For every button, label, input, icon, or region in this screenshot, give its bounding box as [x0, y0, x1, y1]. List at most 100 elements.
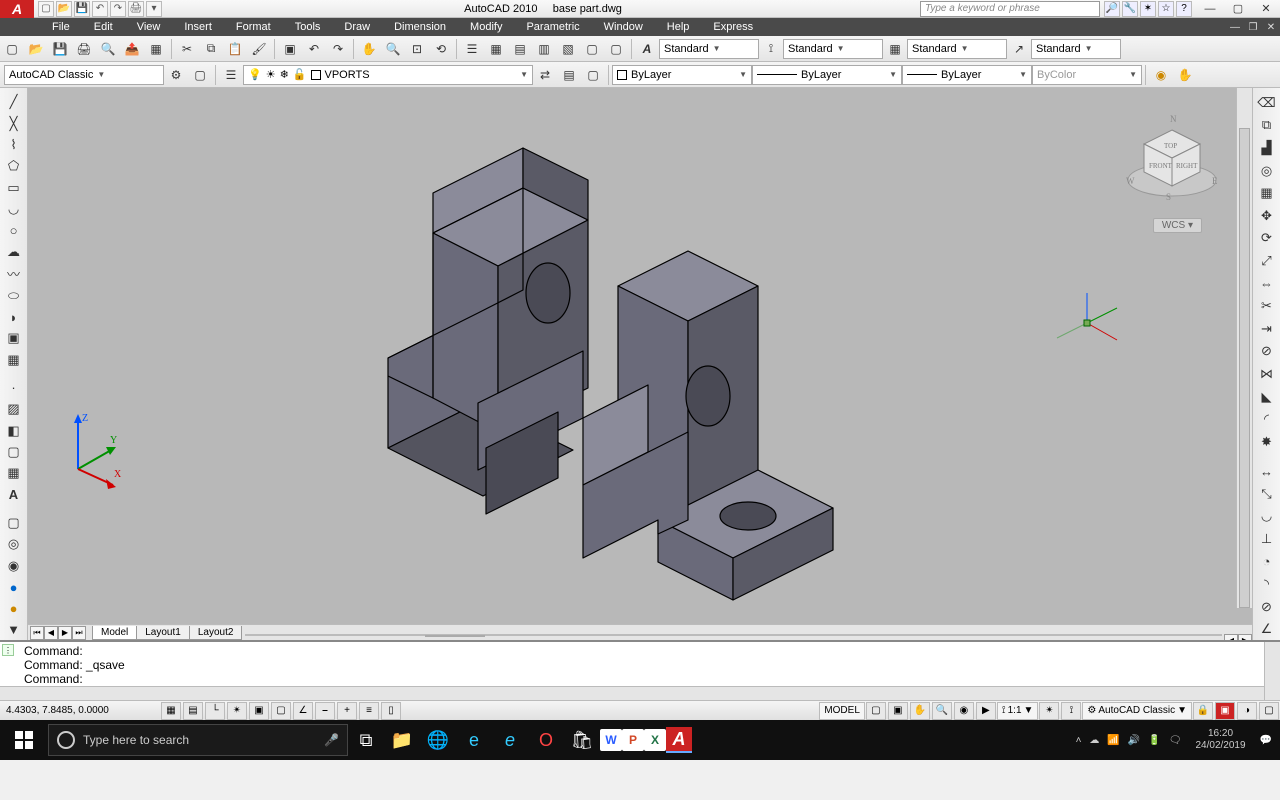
new-icon[interactable]: ▢	[1, 38, 23, 60]
ortho-toggle[interactable]: └	[205, 702, 225, 720]
offset-icon[interactable]: ◎	[1256, 160, 1278, 182]
properties-icon[interactable]: ☰	[461, 38, 483, 60]
store-icon[interactable]: 🛍	[564, 720, 600, 760]
start-button[interactable]	[0, 720, 48, 760]
menu-help[interactable]: Help	[655, 18, 702, 36]
explode-icon[interactable]: ✸	[1256, 431, 1278, 453]
visualstyles-icon[interactable]: ▼	[3, 620, 25, 640]
layer-iso-icon[interactable]: ▢	[582, 64, 604, 86]
tablestyle-icon[interactable]: ▦	[884, 38, 906, 60]
menu-draw[interactable]: Draw	[332, 18, 382, 36]
isolate-objects-icon[interactable]: ◑	[1237, 702, 1257, 720]
infocenter-go-icon[interactable]: 🔎	[1104, 1, 1120, 17]
comm-center-icon[interactable]: ✶	[1140, 1, 1156, 17]
point-icon[interactable]: ·	[3, 378, 25, 398]
battery-icon[interactable]: 🔋	[1148, 735, 1160, 746]
dim-ordinate-icon[interactable]: ⊥	[1256, 528, 1278, 550]
cut-icon[interactable]: ✂	[176, 38, 198, 60]
tab-next-button[interactable]: ▶	[58, 626, 72, 640]
excel-icon[interactable]: X	[644, 729, 666, 751]
spline-icon[interactable]: 〰	[3, 263, 25, 284]
word-icon[interactable]: W	[600, 729, 622, 751]
command-line[interactable]: ⋮ Command: Command: _qsave Command:	[0, 640, 1280, 700]
realistic-icon[interactable]: ●	[3, 577, 25, 597]
menu-file[interactable]: File	[40, 18, 82, 36]
insertblock-icon[interactable]: ▣	[3, 328, 25, 348]
my-workspace-icon[interactable]: ▢	[189, 64, 211, 86]
onedrive-icon[interactable]: ☁	[1089, 735, 1099, 746]
close-button[interactable]: ✕	[1252, 0, 1280, 18]
action-center-icon[interactable]: 💬	[1260, 735, 1272, 746]
scale-icon[interactable]: ⤢	[1256, 250, 1278, 272]
viewcube[interactable]: N E S W TOP FRONT RIGHT	[1122, 108, 1222, 208]
edge-icon[interactable]: e	[456, 720, 492, 760]
workspace-dropdown[interactable]: AutoCAD Classic▼	[4, 65, 164, 85]
copy-obj-icon[interactable]: ⧉	[1256, 115, 1278, 137]
wireframe-icon[interactable]: ◎	[3, 534, 25, 554]
trim-icon[interactable]: ✂	[1256, 295, 1278, 317]
toolpalettes-icon[interactable]: ▤	[509, 38, 531, 60]
opera-icon[interactable]: O	[528, 720, 564, 760]
mleaderstyle-icon[interactable]: ↗	[1008, 38, 1030, 60]
snap-toggle[interactable]: ▦	[161, 702, 181, 720]
dim-angular-icon[interactable]: ∠	[1256, 619, 1278, 641]
polar-toggle[interactable]: ✴	[227, 702, 247, 720]
fillet-icon[interactable]: ◜	[1256, 408, 1278, 430]
qat-redo-icon[interactable]: ↷	[110, 1, 126, 17]
publish-icon[interactable]: 📤	[121, 38, 143, 60]
3ddwf-icon[interactable]: ▦	[145, 38, 167, 60]
menu-view[interactable]: View	[125, 18, 173, 36]
dimstyle-icon[interactable]: ⟟	[760, 38, 782, 60]
powerpoint-icon[interactable]: P	[622, 729, 644, 751]
dim-linear-icon[interactable]: ↔	[1256, 460, 1278, 482]
preview-icon[interactable]: 🔍	[97, 38, 119, 60]
menu-tools[interactable]: Tools	[283, 18, 333, 36]
subscription-icon[interactable]: 🔧	[1122, 1, 1138, 17]
hardware-accel-icon[interactable]: ▣	[1215, 702, 1235, 720]
pan-icon[interactable]: ✋	[358, 38, 380, 60]
lineweight-dropdown[interactable]: ByLayer▼	[902, 65, 1032, 85]
arc-icon[interactable]: ◡	[3, 199, 25, 219]
xline-icon[interactable]: ╳	[3, 113, 25, 133]
tray-chevron-icon[interactable]: ˄	[1076, 735, 1082, 746]
hidden-icon[interactable]: ◉	[3, 556, 25, 576]
doc-minimize-button[interactable]: —	[1226, 18, 1244, 36]
menu-modify[interactable]: Modify	[458, 18, 514, 36]
qat-open-icon[interactable]: 📂	[56, 1, 72, 17]
tab-prev-button[interactable]: ◀	[44, 626, 58, 640]
region-icon[interactable]: ▢	[3, 442, 25, 462]
nav-wheel-icon[interactable]: ◉	[1150, 64, 1172, 86]
sheetset-icon[interactable]: ▥	[533, 38, 555, 60]
quickcalc-icon[interactable]: ▢	[581, 38, 603, 60]
dimstyle-dropdown[interactable]: Standard▼	[783, 39, 883, 59]
cmd-vscroll[interactable]	[1264, 642, 1280, 700]
qp-toggle[interactable]: ▯	[381, 702, 401, 720]
help-toolbar-icon[interactable]: ▢	[605, 38, 627, 60]
explorer-icon[interactable]: 📁	[384, 720, 420, 760]
app-logo-icon[interactable]: A	[0, 0, 34, 18]
polyline-icon[interactable]: ⌇	[3, 135, 25, 155]
ie-icon[interactable]: e	[492, 720, 528, 760]
toolbar-lock-icon[interactable]: 🔒	[1193, 702, 1213, 720]
dim-arc-icon[interactable]: ◡	[1256, 506, 1278, 528]
plot-icon[interactable]: 🖨	[73, 38, 95, 60]
line-icon[interactable]: ╱	[3, 92, 25, 112]
paste-icon[interactable]: 📋	[224, 38, 246, 60]
osnap-toggle[interactable]: ▣	[249, 702, 269, 720]
matchprop-icon[interactable]: 🖌	[248, 38, 270, 60]
menu-insert[interactable]: Insert	[172, 18, 224, 36]
model-space-button[interactable]: MODEL	[819, 702, 865, 720]
layer-previous-icon[interactable]: ⇄	[534, 64, 556, 86]
taskbar-search[interactable]: Type here to search 🎤	[48, 724, 348, 756]
ellipse-icon[interactable]: ⬭	[3, 285, 25, 305]
taskbar-clock[interactable]: 16:20 24/02/2019	[1189, 728, 1251, 752]
qat-new-icon[interactable]: ▢	[38, 1, 54, 17]
qat-save-icon[interactable]: 💾	[74, 1, 90, 17]
mirror-icon[interactable]: ▟	[1256, 137, 1278, 159]
revcloud-icon[interactable]: ☁	[3, 242, 25, 262]
textstyle-dropdown[interactable]: Standard▼	[659, 39, 759, 59]
rectangle-icon[interactable]: ▭	[3, 178, 25, 198]
mtext-icon[interactable]: A	[3, 485, 25, 505]
infocenter-search[interactable]: Type a keyword or phrase	[920, 1, 1100, 17]
lwt-toggle[interactable]: ≡	[359, 702, 379, 720]
